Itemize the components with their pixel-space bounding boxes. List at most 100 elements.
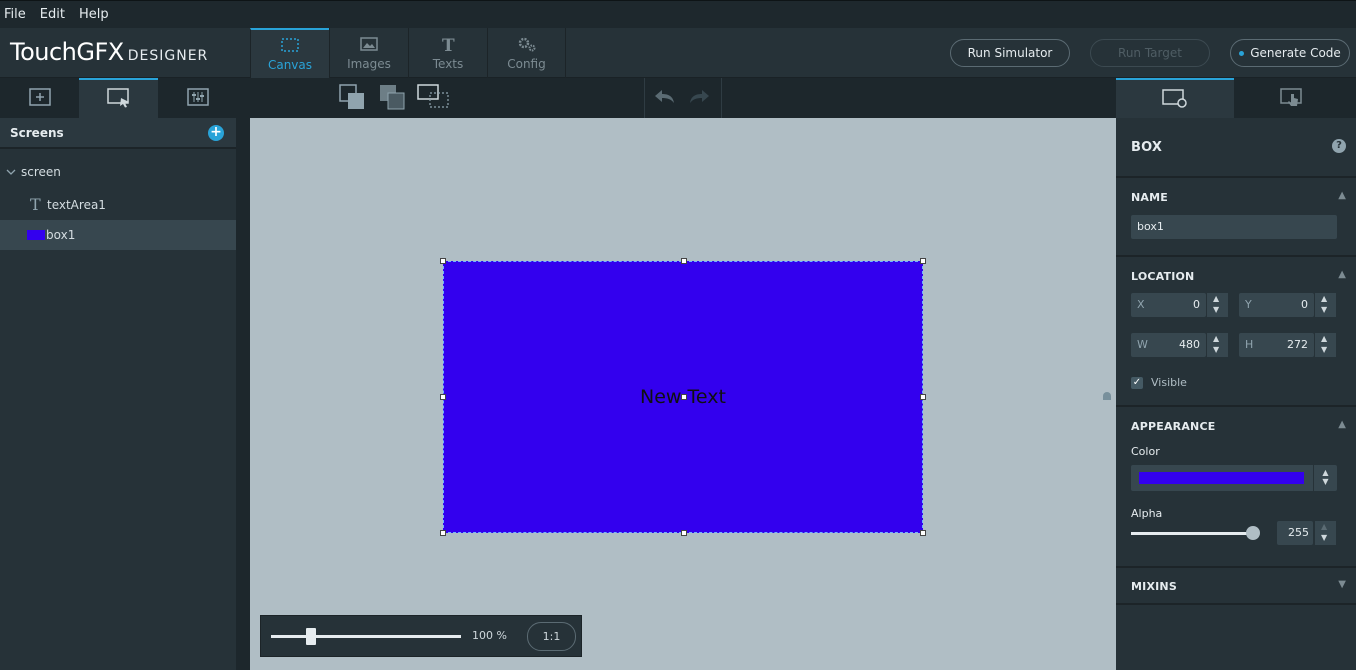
- tab-texts[interactable]: T Texts: [408, 28, 487, 78]
- resize-handle-bottom-right[interactable]: [920, 530, 926, 536]
- menu-file[interactable]: File: [4, 7, 26, 22]
- zoom-slider-track[interactable]: [271, 635, 461, 638]
- w-stepper[interactable]: ▲ ▼: [1206, 333, 1228, 357]
- menu-bar: File Edit Help: [0, 0, 1356, 28]
- tree-view-tab[interactable]: [79, 78, 158, 118]
- add-screen-icon[interactable]: +: [208, 125, 224, 141]
- resize-handle-left[interactable]: [440, 394, 446, 400]
- tree-row-box1[interactable]: box1: [0, 220, 236, 250]
- resize-handle-top-left[interactable]: [440, 258, 446, 264]
- h-field[interactable]: H 272: [1239, 333, 1314, 357]
- w-value: 480: [1179, 338, 1200, 351]
- zoom-slider-thumb[interactable]: [305, 628, 316, 645]
- help-icon[interactable]: ?: [1332, 139, 1346, 153]
- tab-images[interactable]: Images: [329, 28, 408, 78]
- properties-tab[interactable]: [1116, 78, 1234, 118]
- tree-row-textarea1[interactable]: T textArea1: [0, 190, 236, 220]
- color-label: Color: [1131, 445, 1160, 458]
- generate-code-button[interactable]: Generate Code: [1230, 39, 1350, 67]
- widget-settings-icon: [1162, 88, 1188, 111]
- name-input-value: box1: [1137, 220, 1164, 233]
- properties-tabs: [1116, 78, 1356, 118]
- app-logo: TouchGFX DESIGNER: [10, 38, 208, 68]
- name-section-title: NAME: [1131, 191, 1168, 204]
- run-target-button[interactable]: Run Target: [1090, 39, 1210, 67]
- generate-code-label: Generate Code: [1250, 46, 1341, 60]
- group-icon[interactable]: [416, 83, 450, 114]
- tab-images-label: Images: [347, 57, 391, 71]
- add-widget-icon: [28, 87, 51, 109]
- undo-icon[interactable]: [652, 87, 676, 110]
- resize-handle-bottom[interactable]: [681, 530, 687, 536]
- chevron-up-icon[interactable]: ▲: [1338, 269, 1346, 280]
- svg-text:T: T: [30, 196, 41, 212]
- alpha-input[interactable]: 255: [1277, 521, 1313, 545]
- color-picker[interactable]: ▲ ▼: [1131, 465, 1337, 491]
- menu-edit[interactable]: Edit: [40, 7, 65, 22]
- text-icon: T: [30, 195, 44, 215]
- arrange-tools: [338, 78, 450, 118]
- tab-canvas[interactable]: Canvas: [250, 28, 329, 78]
- tab-canvas-label: Canvas: [267, 58, 313, 72]
- h-label: H: [1245, 338, 1254, 351]
- zoom-level-label: 100 %: [472, 629, 507, 642]
- h-value: 272: [1287, 338, 1308, 351]
- x-label: X: [1137, 298, 1145, 311]
- tab-config[interactable]: Config: [487, 28, 566, 78]
- name-section: NAME ▲ box1: [1116, 178, 1356, 257]
- zoom-reset-button[interactable]: 1:1: [527, 622, 576, 651]
- bring-forward-icon[interactable]: [338, 83, 366, 114]
- resize-handle-bottom-left[interactable]: [440, 530, 446, 536]
- menu-help[interactable]: Help: [79, 7, 109, 22]
- panel-splitter[interactable]: [236, 118, 250, 670]
- tree-row-screen[interactable]: screen: [0, 157, 236, 187]
- y-field[interactable]: Y 0: [1239, 293, 1314, 317]
- tree-screen-label: screen: [21, 165, 61, 179]
- interactions-panel-tab[interactable]: [1234, 78, 1352, 118]
- canvas-icon: [281, 36, 299, 54]
- box1-widget[interactable]: New Text: [440, 258, 926, 536]
- box-swatch-icon: [27, 230, 45, 240]
- chevron-up-icon[interactable]: ▲: [1338, 190, 1346, 201]
- y-stepper[interactable]: ▲ ▼: [1314, 293, 1336, 317]
- w-field[interactable]: W 480: [1131, 333, 1206, 357]
- color-dropdown-icon[interactable]: ▲ ▼: [1313, 465, 1337, 491]
- send-backward-icon[interactable]: [378, 83, 406, 114]
- properties-panel: BOX ? NAME ▲ box1 LOCATION ▲ X 0 ▲ ▼ Y 0 …: [1116, 78, 1356, 670]
- screens-header: Screens +: [0, 118, 236, 149]
- app-header: TouchGFX DESIGNER Canvas Images T Texts: [0, 28, 1356, 78]
- redo-icon[interactable]: [688, 87, 712, 110]
- chevron-down-icon[interactable]: [6, 165, 16, 179]
- collapse-panel-tab[interactable]: [1103, 392, 1111, 400]
- resize-handle-right[interactable]: [920, 394, 926, 400]
- x-stepper[interactable]: ▲ ▼: [1206, 293, 1228, 317]
- x-field[interactable]: X 0: [1131, 293, 1206, 317]
- alpha-stepper[interactable]: ▲ ▼: [1314, 521, 1336, 545]
- alpha-slider-track[interactable]: [1131, 532, 1253, 535]
- zoom-bar: 100 % 1:1: [260, 615, 582, 657]
- location-section: LOCATION ▲ X 0 ▲ ▼ Y 0 ▲ ▼ W 480 ▲ ▼ H 272 …: [1116, 257, 1356, 407]
- h-stepper[interactable]: ▲ ▼: [1314, 333, 1336, 357]
- add-widget-tab[interactable]: [0, 78, 79, 118]
- toolbar-divider: [644, 78, 645, 118]
- design-canvas[interactable]: New Text 100 % 1:1: [250, 118, 1116, 670]
- logo-suffix: DESIGNER: [127, 48, 209, 64]
- center-handle[interactable]: [681, 394, 687, 400]
- left-panel-tabs: [0, 78, 237, 118]
- y-value: 0: [1301, 298, 1308, 311]
- texts-icon: T: [439, 35, 457, 53]
- run-simulator-button[interactable]: Run Simulator: [950, 39, 1070, 67]
- alpha-slider-thumb[interactable]: [1246, 526, 1260, 540]
- name-input[interactable]: box1: [1131, 215, 1337, 239]
- visible-checkbox[interactable]: ✓: [1131, 377, 1143, 389]
- chevron-up-icon[interactable]: ▲: [1338, 419, 1346, 430]
- svg-text:T: T: [442, 36, 455, 52]
- appearance-section: APPEARANCE ▲ Color ▲ ▼ Alpha 255 ▲ ▼: [1116, 407, 1356, 568]
- mixins-section: MIXINS ▼: [1116, 568, 1356, 605]
- chevron-down-icon[interactable]: ▼: [1338, 579, 1346, 590]
- y-label: Y: [1245, 298, 1252, 311]
- resize-handle-top[interactable]: [681, 258, 687, 264]
- mixins-section-title: MIXINS: [1131, 580, 1177, 593]
- interactions-tab[interactable]: [158, 78, 237, 118]
- resize-handle-top-right[interactable]: [920, 258, 926, 264]
